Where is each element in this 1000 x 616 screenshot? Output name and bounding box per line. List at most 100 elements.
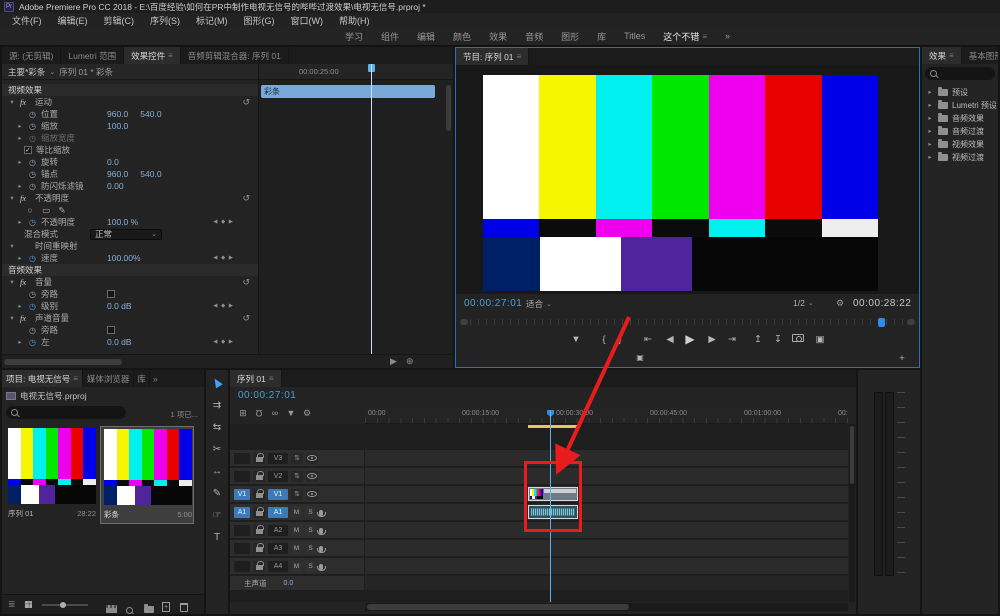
twirl-icon[interactable]: ▸ xyxy=(926,127,934,135)
workspace-tab-effects[interactable]: 效果 xyxy=(480,27,516,45)
sync-lock-toggle[interactable]: ⇅ xyxy=(291,489,303,500)
track-name[interactable]: A1 xyxy=(268,507,288,518)
mark-out-button[interactable]: } xyxy=(612,334,628,345)
tab-effects[interactable]: 效果≡ xyxy=(922,47,962,64)
anchor-y-value[interactable]: 540.0 xyxy=(140,169,161,179)
stopwatch-icon[interactable]: ◷ xyxy=(28,302,37,311)
scrubber-playhead[interactable] xyxy=(878,318,885,327)
solo-toggle[interactable]: S xyxy=(305,525,316,536)
pen-tool[interactable]: ✎ xyxy=(206,488,228,499)
track-output-toggle[interactable] xyxy=(306,489,318,500)
anchor-x-value[interactable]: 960.0 xyxy=(107,169,128,179)
track-a4-lane[interactable] xyxy=(365,558,848,574)
tab-media-browser[interactable]: 媒体浏览器 xyxy=(83,370,135,387)
export-frame-button[interactable] xyxy=(790,334,806,345)
source-patch[interactable] xyxy=(234,471,250,482)
speed-value[interactable]: 100.00% xyxy=(107,253,141,263)
twirl-icon[interactable]: ▸ xyxy=(16,134,24,142)
panel-menu-icon[interactable]: ≡ xyxy=(949,51,954,60)
workspace-tab-color[interactable]: 颜色 xyxy=(444,27,480,45)
project-item-sequence[interactable]: 序列 01 28:22 xyxy=(6,428,98,522)
button-editor-plus[interactable]: + xyxy=(894,353,910,364)
workspace-overflow-button[interactable]: » xyxy=(716,27,739,45)
mute-toggle[interactable]: M xyxy=(291,525,302,536)
list-view-button[interactable]: ≣ xyxy=(8,599,16,610)
ecp-clip-bar[interactable]: 彩条 xyxy=(261,85,435,98)
source-patch[interactable] xyxy=(234,561,250,572)
project-item-bars-selected[interactable]: 彩条 5:00 xyxy=(100,426,194,524)
razor-tool[interactable]: ✂ xyxy=(206,444,228,455)
tab-essential-graphics[interactable]: 基本图形 xyxy=(962,47,998,64)
timeline-ruler[interactable]: 00:00 00:00:15:00 00:00:30:00 00:00:45:0… xyxy=(365,408,848,424)
step-forward-button[interactable]: ▶ xyxy=(704,334,720,345)
menu-help[interactable]: 帮助(H) xyxy=(331,14,378,27)
mark-in-button[interactable]: { xyxy=(596,334,612,345)
antiflicker-value[interactable]: 0.00 xyxy=(107,181,124,191)
voiceover-record-button[interactable] xyxy=(319,539,325,557)
monitor-scrubber[interactable] xyxy=(460,316,915,328)
workspace-tab-editing[interactable]: 编辑 xyxy=(408,27,444,45)
effects-bin-lumetri-presets[interactable]: ▸Lumetri 预设 xyxy=(926,99,997,111)
track-name[interactable]: V2 xyxy=(268,471,288,482)
timeline-timecode[interactable]: 00:00:27:01 xyxy=(238,390,296,401)
twirl-icon[interactable]: ▸ xyxy=(16,302,24,310)
track-lock-toggle[interactable] xyxy=(253,561,265,572)
add-marker-icon[interactable]: ▼ xyxy=(284,408,298,418)
icon-view-button[interactable]: ▦ xyxy=(24,599,33,610)
add-marker-button[interactable]: ▼ xyxy=(568,334,584,345)
video-clip-bars[interactable] xyxy=(528,487,578,501)
track-name[interactable]: A4 xyxy=(268,561,288,572)
scale-value[interactable]: 100.0 xyxy=(107,121,128,131)
panel-menu-icon[interactable]: ≡ xyxy=(73,374,78,383)
track-a3-header[interactable]: A3 M S xyxy=(230,540,364,556)
track-lock-toggle[interactable] xyxy=(253,489,265,500)
track-a1-lane[interactable] xyxy=(365,504,848,520)
twirl-icon[interactable]: ▸ xyxy=(16,218,24,226)
twirl-icon[interactable]: ▸ xyxy=(16,338,24,346)
track-lock-toggle[interactable] xyxy=(253,543,265,554)
source-patch-a1[interactable]: A1 xyxy=(234,507,250,518)
track-name[interactable]: V1 xyxy=(268,489,288,500)
tab-audio-clip-mixer[interactable]: 音频剪辑混合器: 序列 01 xyxy=(181,47,289,64)
hand-tool[interactable]: ☞ xyxy=(206,510,228,521)
tab-lumetri-scopes[interactable]: Lumetri 范围 xyxy=(61,47,124,64)
linked-selection-icon[interactable]: ∞ xyxy=(268,408,282,418)
project-file-row[interactable]: 电视无信号.prproj xyxy=(6,390,87,402)
snap-icon[interactable]: Ω xyxy=(252,408,266,418)
solo-toggle[interactable]: S xyxy=(305,507,316,518)
sequence-thumbnail[interactable] xyxy=(8,428,96,504)
item-name[interactable]: 序列 01 xyxy=(8,508,33,519)
effects-bin-video-effects[interactable]: ▸视频效果 xyxy=(926,138,984,150)
track-v3-lane[interactable] xyxy=(365,450,848,466)
effect-group-volume[interactable]: ▾ fx 音量 ↺ xyxy=(2,276,258,288)
ecp-playhead-line[interactable] xyxy=(371,64,372,354)
panel-menu-icon[interactable]: ≡ xyxy=(269,374,274,383)
rectangle-mask-icon[interactable]: ▭ xyxy=(40,205,52,216)
playback-resolution-select[interactable]: 1/2⌄ xyxy=(793,298,814,308)
monitor-position-timecode[interactable]: 00:00:27:01 xyxy=(464,298,522,309)
tab-sequence-01[interactable]: 序列 01≡ xyxy=(230,370,282,387)
blend-mode-select[interactable]: 正常⌄ xyxy=(90,229,162,240)
track-lock-toggle[interactable] xyxy=(253,453,265,464)
bypass-checkbox[interactable] xyxy=(107,290,115,298)
timeline-settings-icon[interactable]: ⚙ xyxy=(300,408,314,419)
effect-group-opacity[interactable]: ▾ fx 不透明度 ↺ xyxy=(2,192,258,204)
source-patch[interactable] xyxy=(234,453,250,464)
source-patch[interactable] xyxy=(234,543,250,554)
track-lock-toggle[interactable] xyxy=(253,507,265,518)
track-v2-lane[interactable] xyxy=(365,468,848,484)
track-v3-header[interactable]: V3 ⇅ xyxy=(230,450,364,466)
pen-mask-icon[interactable]: ✎ xyxy=(56,205,68,216)
stopwatch-icon[interactable]: ◷ xyxy=(28,290,37,299)
effect-group-motion[interactable]: ▾ fx 运动 ↺ xyxy=(2,96,258,108)
twirl-icon[interactable]: ▸ xyxy=(16,182,24,190)
twirl-icon[interactable]: ▸ xyxy=(926,153,934,161)
twirl-icon[interactable]: ▸ xyxy=(16,158,24,166)
play-button[interactable]: ▶ xyxy=(682,332,698,346)
play-audio-icon[interactable]: ▶ xyxy=(390,356,397,367)
source-patch-v1[interactable]: V1 xyxy=(234,489,250,500)
menu-edit[interactable]: 编辑(E) xyxy=(50,14,96,27)
track-name[interactable]: A2 xyxy=(268,525,288,536)
sequence-clip-label[interactable]: 序列 01 * 彩条 xyxy=(59,66,113,78)
tab-effect-controls[interactable]: 效果控件≡ xyxy=(124,47,181,64)
